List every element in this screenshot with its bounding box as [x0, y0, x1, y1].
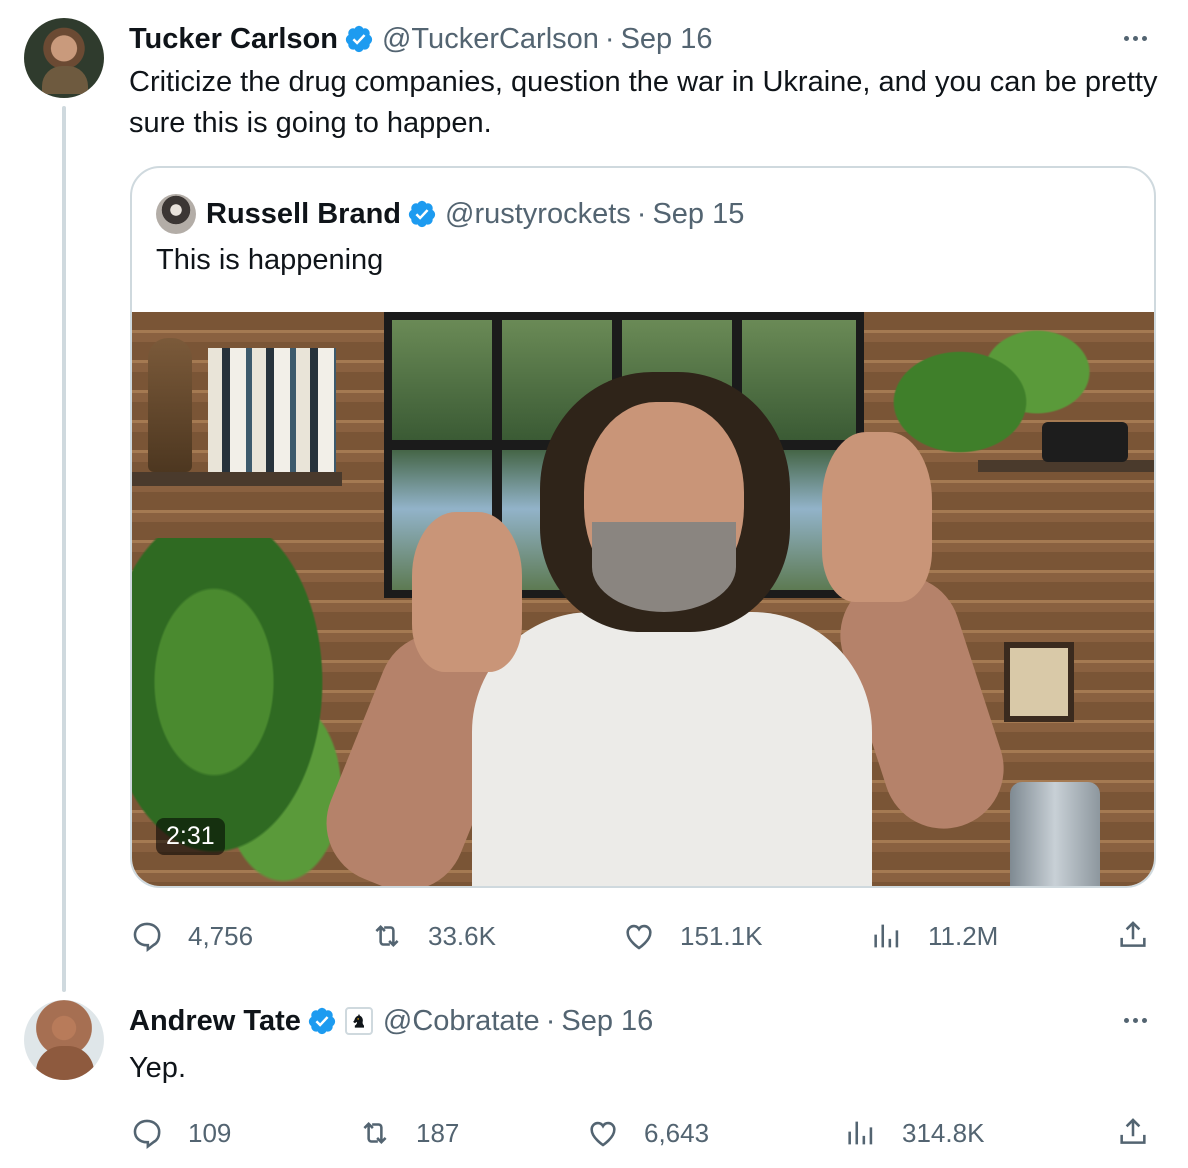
video-duration-badge: 2:31 [156, 818, 225, 855]
tweet-text: Yep. [129, 1052, 186, 1084]
knight-chess-piece-icon[interactable] [344, 1007, 373, 1035]
repost-button[interactable]: 187 [358, 1113, 459, 1153]
repost-count: 33.6K [428, 920, 496, 951]
views-button[interactable]: 314.8K [844, 1113, 984, 1153]
quoted-tweet-header: Russell Brand @rustyrockets · Sep 15 [156, 194, 744, 234]
tweet-action-bar: 4,756 33.6K 151.1K 11.2M [130, 916, 1150, 956]
reply-icon [133, 1119, 161, 1150]
tweet-text: Criticize the drug companies, question t… [129, 66, 1158, 139]
quoted-display-name: Russell Brand [206, 197, 401, 230]
video-scene-milk-can [1010, 782, 1100, 886]
repost-icon [375, 924, 399, 948]
reply-button[interactable]: 109 [130, 1113, 231, 1153]
tweet-header: Tucker Carlson @TuckerCarlson · Sep 16 [129, 20, 713, 58]
quoted-tweet-text: This is happening [156, 244, 384, 276]
avatar-russell-brand [156, 194, 196, 234]
repost-icon [363, 1121, 387, 1145]
like-button[interactable]: 151.1K [622, 916, 762, 956]
meta-separator: · [604, 22, 615, 55]
like-count: 151.1K [680, 920, 763, 951]
share-icon[interactable] [1116, 1115, 1150, 1149]
display-name[interactable]: Andrew Tate [129, 1005, 301, 1038]
reply-icon [133, 922, 161, 953]
verified-badge-icon[interactable] [344, 24, 374, 54]
video-scene-statue [148, 338, 192, 472]
heart-icon [626, 924, 652, 950]
reply-button[interactable]: 4,756 [130, 916, 253, 956]
tweet-header: Andrew Tate @Cobratate · Sep 16 [129, 1002, 653, 1040]
share-icon[interactable] [1116, 918, 1150, 952]
tweet-date[interactable]: Sep 16 [561, 1005, 653, 1038]
meta-separator: · [545, 1004, 556, 1037]
views-count: 11.2M [928, 920, 999, 951]
tweet-date[interactable]: Sep 16 [621, 23, 713, 56]
video-scene-books [208, 348, 336, 472]
more-options-icon[interactable] [1124, 1015, 1154, 1025]
video-scene-shelf [132, 472, 342, 486]
user-handle[interactable]: @Cobratate [383, 1005, 540, 1038]
more-options-icon[interactable] [1124, 33, 1154, 43]
video-player[interactable]: 2:31 [132, 312, 1154, 886]
views-button[interactable]: 11.2M [870, 916, 998, 956]
repost-button[interactable]: 33.6K [370, 916, 496, 956]
quoted-tweet-card[interactable]: Russell Brand @rustyrockets · Sep 15 Thi… [130, 166, 1156, 888]
display-name[interactable]: Tucker Carlson [129, 23, 338, 56]
views-analytics-icon [848, 1121, 873, 1145]
thread-connector-line [62, 106, 66, 992]
quoted-tweet-date: Sep 15 [652, 197, 745, 230]
repost-count: 187 [416, 1117, 460, 1148]
quoted-user-handle: @rustyrockets [445, 197, 631, 230]
verified-badge-icon[interactable] [307, 1006, 337, 1036]
views-count: 314.8K [902, 1117, 985, 1148]
heart-icon [590, 1121, 616, 1147]
user-handle[interactable]: @TuckerCarlson [382, 23, 599, 56]
video-scene-person [308, 372, 1020, 886]
reply-count: 4,756 [188, 920, 254, 951]
like-button[interactable]: 6,643 [586, 1113, 709, 1153]
avatar-andrew-tate[interactable] [24, 1000, 104, 1080]
video-scene-camera [1042, 422, 1128, 462]
meta-separator: · [636, 197, 647, 230]
reply-count: 109 [188, 1117, 232, 1148]
avatar-tucker-carlson[interactable] [24, 18, 104, 98]
verified-badge-icon [408, 200, 436, 228]
video-scene-picture-frame [1004, 642, 1074, 722]
like-count: 6,643 [644, 1117, 710, 1148]
tweet-action-bar: 109 187 6,643 314.8K [130, 1113, 1150, 1153]
views-analytics-icon [874, 924, 899, 948]
